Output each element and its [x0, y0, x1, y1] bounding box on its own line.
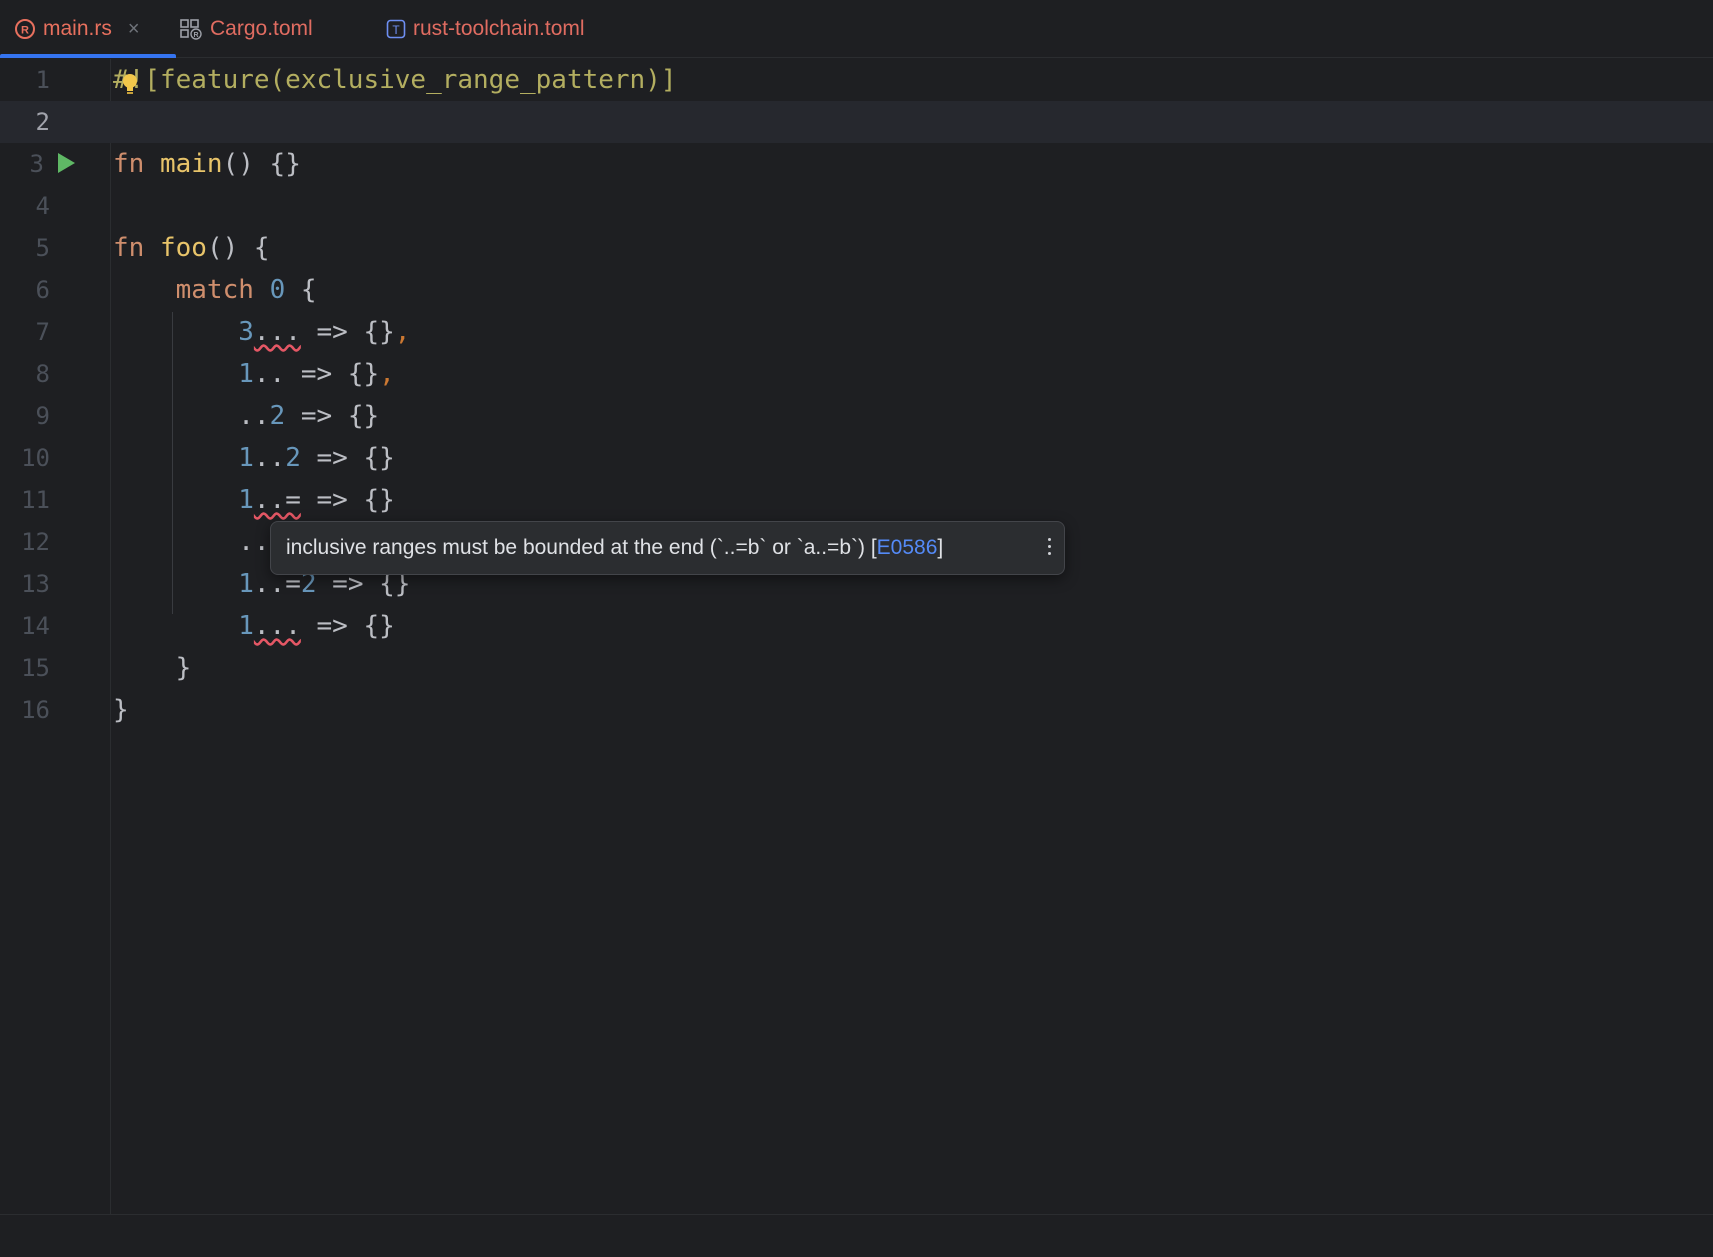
code-text: ..2 => {} — [113, 401, 380, 431]
code-text: 1..2 => {} — [238, 443, 395, 473]
code-text: } — [113, 695, 129, 725]
svg-text:R: R — [21, 25, 29, 37]
code-text: 1... => {} — [238, 611, 395, 641]
status-bar — [0, 1214, 1713, 1257]
more-vertical-icon[interactable] — [1046, 535, 1052, 561]
code-text: 1..= => {} — [238, 485, 395, 515]
code-line-9[interactable]: 9 ..2 => {} — [0, 395, 1713, 437]
line-number: 5 — [35, 234, 50, 262]
code-line-4[interactable]: 4 — [0, 185, 1713, 227]
run-icon[interactable] — [58, 153, 75, 173]
tab-label: rust-toolchain.toml — [413, 17, 585, 40]
error-tooltip: inclusive ranges must be bounded at the … — [270, 521, 1065, 575]
line-number: 15 — [21, 654, 50, 682]
tooltip-suffix: ] — [937, 536, 944, 559]
code-line-14[interactable]: 14 1... => {} — [0, 605, 1713, 647]
code-line-2[interactable]: 2 — [0, 101, 1713, 143]
svg-text:T: T — [392, 23, 400, 37]
line-number: 6 — [35, 276, 50, 304]
line-number: 13 — [21, 570, 50, 598]
code-line-16[interactable]: 16 } — [0, 689, 1713, 731]
code-line-11[interactable]: 11 1..= => {} — [0, 479, 1713, 521]
code-line-3[interactable]: 3 fn main() {} — [0, 143, 1713, 185]
tab-label: main.rs — [43, 17, 112, 40]
tab-cargo-toml[interactable]: R Cargo.toml — [180, 0, 313, 58]
code-line-10[interactable]: 10 1..2 => {} — [0, 437, 1713, 479]
code-text: fn foo() { — [113, 233, 270, 263]
code-line-5[interactable]: 5 fn foo() { — [0, 227, 1713, 269]
toml-file-icon: T — [386, 19, 406, 39]
code-text: 3... => {}, — [238, 317, 411, 347]
tab-rust-toolchain-toml[interactable]: T rust-toolchain.toml — [386, 0, 585, 58]
line-number: 3 — [29, 150, 44, 178]
cargo-file-icon: R — [180, 18, 203, 41]
svg-text:R: R — [193, 32, 198, 39]
line-number: 1 — [35, 66, 50, 94]
line-number: 9 — [35, 402, 50, 430]
code-text: #![feature(exclusive_range_pattern)] — [113, 65, 677, 95]
code-editor[interactable]: 1 #![feature(exclusive_range_pattern)] 2… — [0, 59, 1713, 1214]
line-number: 12 — [21, 528, 50, 556]
error-code-link[interactable]: E0586 — [877, 536, 938, 560]
editor-tab-bar: R main.rs × R Cargo.toml T rust-toolchai… — [0, 0, 1713, 58]
line-number: 2 — [35, 108, 50, 136]
code-line-15[interactable]: 15 } — [0, 647, 1713, 689]
line-number: 10 — [21, 444, 50, 472]
line-number: 7 — [35, 318, 50, 346]
line-number: 4 — [35, 192, 50, 220]
line-number: 8 — [35, 360, 50, 388]
rust-file-icon: R — [14, 18, 36, 40]
code-line-7[interactable]: 7 3... => {}, — [0, 311, 1713, 353]
code-text: .. — [113, 527, 270, 557]
code-text: match 0 { — [175, 275, 317, 305]
code-text: 1.. => {}, — [238, 359, 395, 389]
code-line-8[interactable]: 8 1.. => {}, — [0, 353, 1713, 395]
line-number: 11 — [21, 486, 50, 514]
tooltip-message: inclusive ranges must be bounded at the … — [286, 536, 877, 559]
code-line-1[interactable]: 1 #![feature(exclusive_range_pattern)] — [0, 59, 1713, 101]
close-icon[interactable]: × — [128, 18, 140, 41]
code-line-6[interactable]: 6 match 0 { — [0, 269, 1713, 311]
line-number: 16 — [21, 696, 50, 724]
line-number: 14 — [21, 612, 50, 640]
lightbulb-icon[interactable] — [121, 73, 139, 97]
code-text: fn main() {} — [113, 149, 301, 179]
tab-main-rs[interactable]: R main.rs × — [0, 0, 176, 58]
tab-label: Cargo.toml — [210, 17, 313, 40]
code-text: } — [113, 653, 192, 683]
